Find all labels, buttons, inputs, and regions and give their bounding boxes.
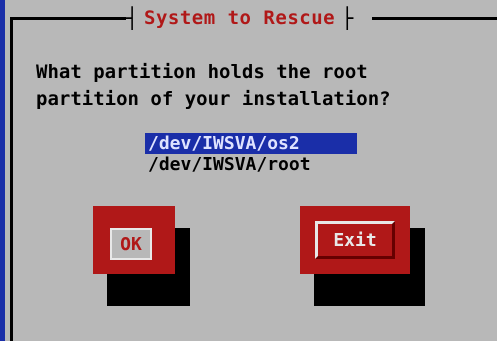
ok-button-label: OK — [110, 228, 152, 260]
frame-top-right — [372, 17, 497, 20]
question-text: What partition holds the root partition … — [36, 59, 476, 113]
partition-option-os2[interactable]: /dev/IWSVA/os2 — [145, 133, 357, 154]
ok-button[interactable]: OK — [93, 206, 175, 274]
title-left-tee: ┤ — [126, 6, 139, 30]
title-right-tee: ├ — [341, 6, 354, 30]
frame-top-left — [10, 17, 126, 20]
screen-edge — [0, 0, 5, 341]
rescue-screen: ┤ System to Rescue ├ What partition hold… — [0, 0, 497, 341]
partition-listbox[interactable]: /dev/IWSVA/os2 /dev/IWSVA/root — [145, 133, 360, 175]
partition-option-root[interactable]: /dev/IWSVA/root — [145, 154, 360, 175]
dialog-title: System to Rescue — [138, 7, 342, 29]
question-line-1: What partition holds the root — [36, 61, 368, 83]
exit-button[interactable]: Exit — [300, 206, 410, 274]
frame-left — [10, 17, 13, 341]
exit-button-label: Exit — [315, 221, 395, 259]
question-line-2: partition of your installation? — [36, 88, 391, 110]
dialog-title-bar: ┤ System to Rescue ├ — [126, 5, 353, 31]
